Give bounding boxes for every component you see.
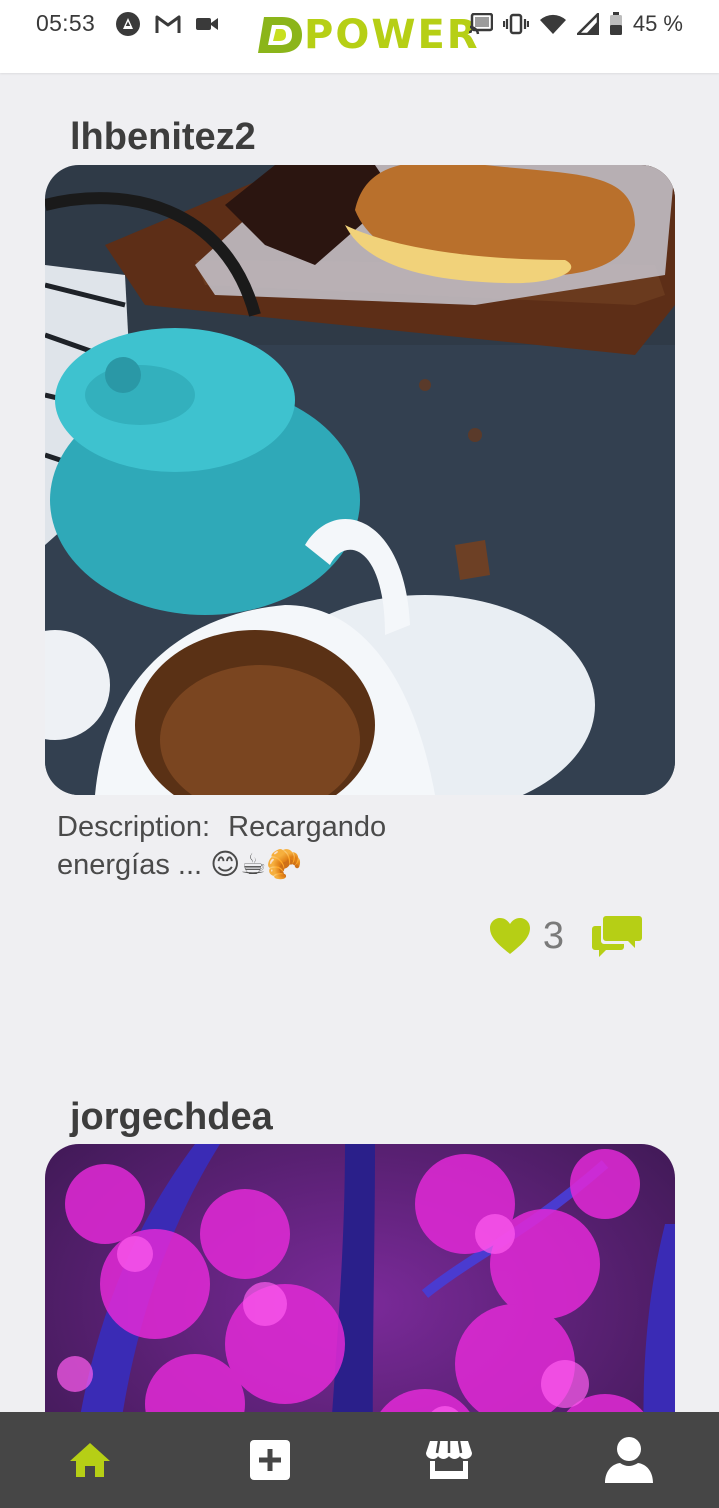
signal-icon	[576, 13, 599, 35]
nav-store-button[interactable]	[389, 1412, 509, 1508]
store-icon	[426, 1440, 473, 1479]
like-count: 3	[542, 914, 564, 957]
nav-add-button[interactable]	[210, 1412, 330, 1508]
home-icon	[69, 1443, 110, 1477]
purple-trees-photo	[45, 1144, 675, 1412]
post-username[interactable]: lhbenitez2	[70, 116, 256, 159]
vibrate-icon	[502, 13, 529, 35]
nav-home-button[interactable]	[30, 1412, 150, 1508]
video-icon	[196, 18, 218, 30]
battery-icon	[609, 12, 622, 35]
nav-profile-button[interactable]	[569, 1412, 689, 1508]
gmail-icon	[155, 15, 181, 33]
brand-name: POWER	[304, 12, 480, 58]
app-logo: POWER	[258, 12, 480, 58]
wifi-icon	[539, 14, 566, 34]
teapot-photo	[45, 165, 675, 795]
post-image[interactable]	[45, 1144, 675, 1412]
heart-icon[interactable]	[489, 917, 531, 955]
bottom-nav	[0, 1412, 719, 1508]
battery-percentage: 45 %	[632, 11, 683, 36]
status-icons-left	[115, 10, 219, 38]
post-image[interactable]	[45, 165, 675, 795]
post-actions: 3	[489, 911, 642, 961]
logo-d-icon	[258, 17, 302, 53]
status-time: 05:53	[36, 10, 96, 36]
cast-icon	[468, 13, 493, 35]
comments-icon[interactable]	[592, 914, 642, 958]
status-icons-right: 45 %	[468, 10, 683, 38]
feed[interactable]: lhbenitez2 Description: Recargando energ…	[0, 73, 719, 1412]
assistant-icon	[116, 12, 140, 36]
post-username[interactable]: jorgechdea	[70, 1096, 273, 1139]
post-description: Description: Recargando energías ... 😊☕🥐	[57, 808, 437, 884]
status-bar: 05:53 POWER 45 %	[0, 0, 719, 73]
user-icon	[605, 1437, 654, 1483]
description-label: Description:	[57, 811, 211, 843]
add-icon	[249, 1440, 290, 1480]
